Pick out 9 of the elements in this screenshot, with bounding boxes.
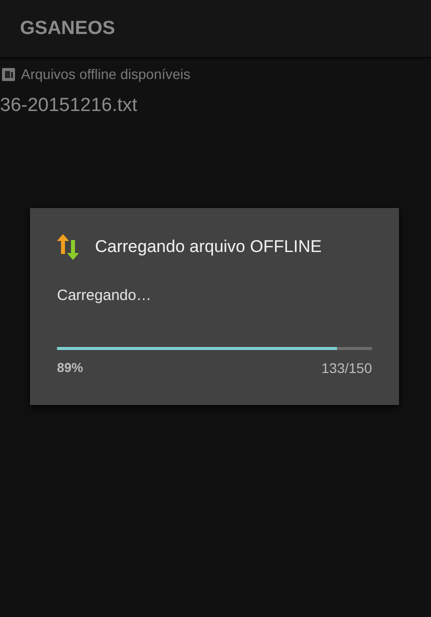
transfer-arrows-icon — [57, 234, 79, 260]
progress-count: 133/150 — [321, 360, 372, 376]
dialog-message: Carregando… — [57, 287, 152, 304]
dialog-title: Carregando arquivo OFFLINE — [95, 237, 322, 257]
section-label: Arquivos offline disponíveis — [21, 66, 190, 82]
sd-card-icon — [2, 68, 15, 80]
progress-percent: 89% — [57, 360, 84, 376]
file-item[interactable]: 36-20151216.txt — [0, 82, 431, 117]
app-title: GSANEOS — [20, 18, 116, 40]
